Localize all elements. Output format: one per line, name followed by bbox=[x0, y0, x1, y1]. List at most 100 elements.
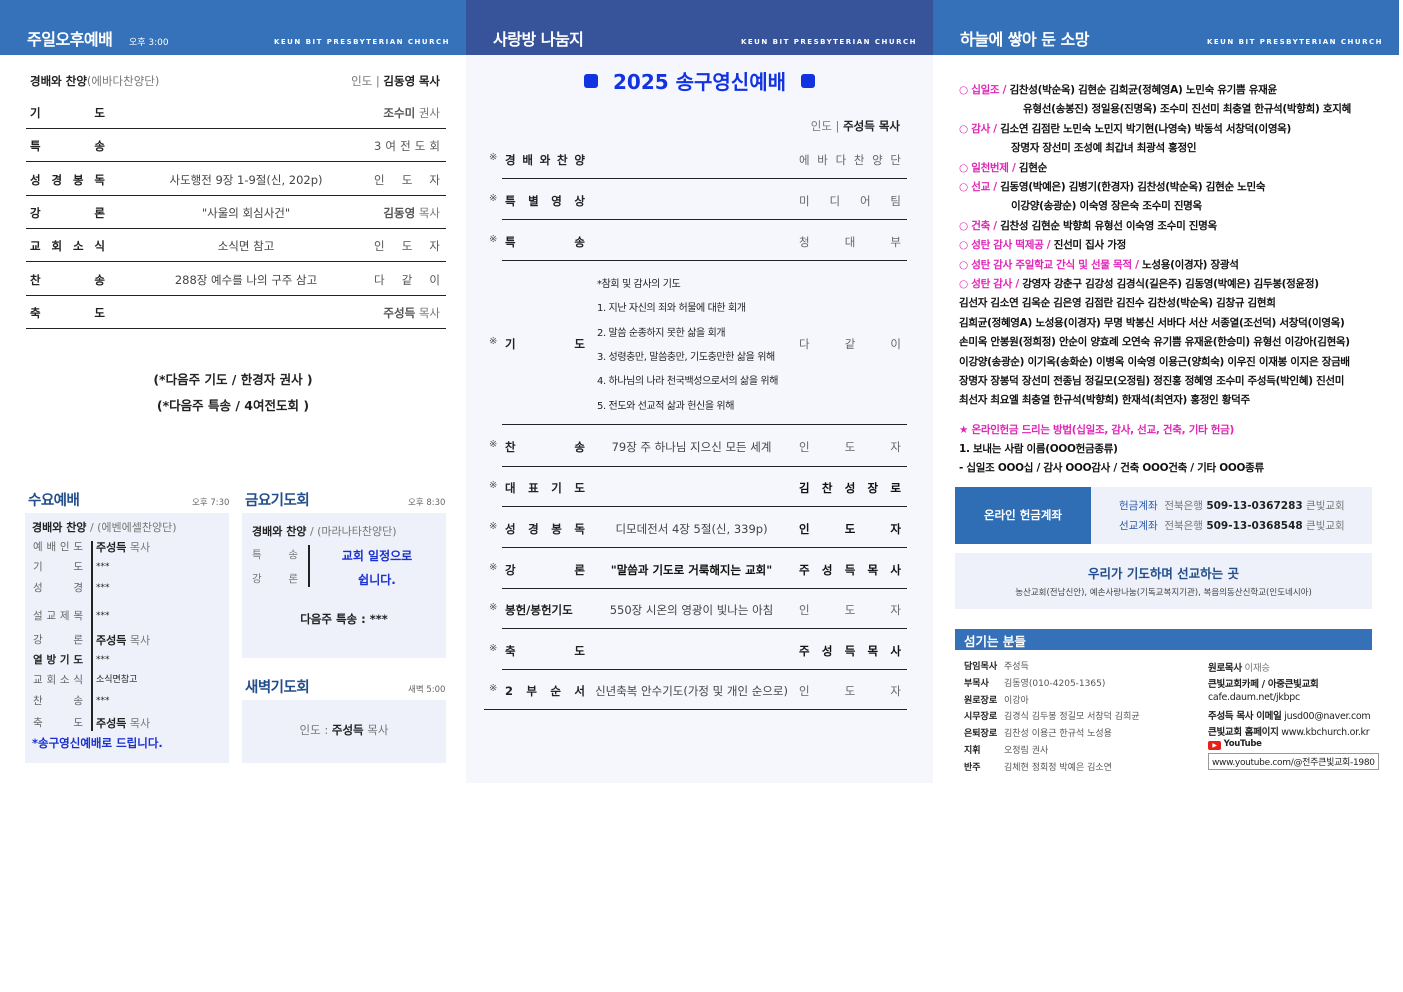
offering-line: 장명자 장봉덕 장선미 전종님 정길모(오정림) 정진홍 정혜영 조수미 주성득… bbox=[959, 373, 1344, 388]
program-right: 인 도 자 bbox=[799, 684, 901, 698]
offering-names: 김현순 bbox=[1018, 161, 1048, 174]
wed-box: 경배와 찬양 / (에벤에셀찬양단) 예 배 인 도 주성득 목사 기 도 *** 성 … bbox=[25, 513, 229, 763]
prayer-item: 1. 지난 자신의 죄와 허물에 대한 회개 bbox=[597, 303, 746, 315]
left-head-row: 경배와 찬양(에바다찬양단) bbox=[30, 73, 159, 89]
row-right: 3 여 전 도 회 bbox=[374, 139, 440, 154]
offering-line: ○ 건축 / 김찬성 김현순 박향희 유형선 이숙영 조수미 진명옥 bbox=[959, 218, 1217, 233]
person-title: 목사 bbox=[418, 205, 440, 220]
wed-label: 성 경 bbox=[33, 582, 83, 594]
offering-names: 장명자 장봉덕 장선미 전종님 정길모(오정림) 정진홍 정혜영 조수미 주성득… bbox=[959, 375, 1345, 387]
staff-role: 반주 bbox=[964, 762, 981, 773]
head-label: 경배와 찬양 bbox=[30, 74, 87, 88]
program-label: 강 론 bbox=[505, 562, 585, 577]
value-text: *** bbox=[96, 562, 110, 572]
wed-label: 기 도 bbox=[33, 561, 83, 573]
account-bank: 전북은행 bbox=[1164, 500, 1203, 512]
online-line-1: 1. 보내는 사람 이름(OOO헌금종류) bbox=[959, 443, 1118, 455]
offering-line: ○ 감사 / 김소연 김점란 노민숙 노민지 박기현(나영숙) 박동석 서창덕(… bbox=[959, 121, 1291, 136]
wed-label: 설 교 제 목 bbox=[33, 610, 83, 622]
row-content: 사도행전 9장 1-9절(신, 202p) bbox=[169, 172, 323, 187]
program-label: 경 배 와 찬 양 bbox=[505, 152, 585, 167]
prayer-item: *참회 및 감사의 기도 bbox=[597, 279, 681, 290]
staff-role: 원로장로 bbox=[964, 695, 998, 706]
fri-divider bbox=[308, 545, 310, 587]
leader-name: 김동영 bbox=[383, 74, 416, 88]
wed-value: *** bbox=[96, 608, 110, 621]
program-row: ※ 성 경 봉 독 디모데전서 4장 5절(신, 339p) 인 도 자 bbox=[489, 507, 907, 548]
account-type: 헌금계좌 bbox=[1119, 500, 1158, 512]
program-row: ※ 특 송 청 대 부 bbox=[489, 220, 907, 261]
wed-value: 주성득 목사 bbox=[96, 539, 150, 555]
fri-msg1: 교회 일정으로 bbox=[341, 549, 413, 563]
row-content: 소식면 참고 bbox=[217, 239, 275, 254]
offering-names: 김동영(박예은) 김병기(한경자) 김찬성(박순옥) 김현순 노민숙 bbox=[1000, 181, 1266, 193]
cafe-link[interactable]: cafe.daum.net/jkbpc bbox=[1208, 692, 1300, 703]
wed-label: 축 도 bbox=[33, 717, 83, 729]
program-right: 미 디 어 팀 bbox=[799, 193, 901, 208]
fri-next: 다음주 특송 : *** bbox=[300, 612, 388, 626]
offering-names: 장명자 장선미 조성예 최갑녀 최광석 홍정인 bbox=[1011, 142, 1197, 155]
fri-head: 경배와 찬양 / (마라나타찬양단) bbox=[252, 523, 397, 539]
row-person: 김동영 목사 bbox=[374, 205, 440, 221]
staff-role: 부목사 bbox=[964, 678, 989, 689]
youtube-logo-text: YouTube bbox=[1223, 739, 1262, 749]
youtube-link[interactable]: www.youtube.com/@전주큰빛교회-1980 bbox=[1208, 753, 1379, 770]
worship-row: 기 도 조수미 권사 bbox=[26, 96, 446, 129]
home-link[interactable]: www.kbchurch.or.kr bbox=[1281, 727, 1369, 738]
staff-names: 오정림 권사 bbox=[1004, 746, 1049, 756]
program-content: 디모데전서 4장 5절(신, 339p) bbox=[615, 521, 768, 536]
wed-value: *** bbox=[96, 559, 110, 572]
lead-label: 인도 bbox=[810, 119, 832, 133]
account-number: 509-13-0367283 bbox=[1206, 500, 1303, 512]
row-label: 기 도 bbox=[30, 106, 105, 120]
prayer-item: 3. 성령충만, 말씀충만, 기도충만한 삶을 위해 bbox=[597, 351, 775, 363]
church-name: KEUN BIT PRESBYTERIAN CHURCH bbox=[273, 38, 450, 46]
play-icon: ▶ bbox=[1208, 741, 1221, 750]
dawn-title2: 목사 bbox=[367, 723, 389, 737]
offering-names: 김선자 김소연 김옥순 김은영 김점란 김진수 김찬성(박순옥) 김창규 김현희 bbox=[959, 297, 1276, 310]
square-icon bbox=[584, 74, 599, 88]
account-label: 온라인 헌금계좌 bbox=[955, 487, 1091, 544]
wed-value: 주성득 목사 bbox=[96, 632, 150, 648]
wed-value: *** bbox=[96, 693, 110, 706]
wed-title: 수요예배 bbox=[28, 493, 80, 509]
offering-category: ○ 성탄 감사 주일학교 간식 및 선물 목적 / bbox=[959, 258, 1139, 271]
staff-names: 주성득 bbox=[1004, 662, 1029, 672]
wed-label: 예 배 인 도 bbox=[33, 541, 83, 553]
person-name: 주성득 bbox=[96, 717, 127, 730]
next-prayer-note: (*다음주 기도 / 한경자 권사 ) bbox=[153, 372, 313, 387]
person-title: 목사 bbox=[418, 305, 440, 320]
row-right: 인 도 자 bbox=[374, 172, 440, 187]
program-label: 기 도 bbox=[505, 337, 585, 351]
program-row: ※ 봉헌/봉헌기도 550장 시온의 영광이 빛나는 아침 인 도 자 bbox=[489, 589, 907, 629]
offering-category: ○ 성탄 감사 / bbox=[959, 278, 1019, 290]
left-time: 오후 3:00 bbox=[129, 38, 169, 48]
row-label: 특 송 bbox=[30, 139, 105, 154]
staff-names: 김찬성 이용근 한규석 노성용 bbox=[1004, 729, 1112, 740]
offering-names: 노성용(이경자) 장광석 bbox=[1142, 258, 1239, 271]
email-link[interactable]: jusd00@naver.com bbox=[1284, 711, 1370, 722]
staff-line: 부목사 김동영(010-4205-1365) bbox=[964, 676, 1105, 689]
leader-title: 목사 bbox=[418, 74, 440, 88]
person-title: 권사 bbox=[418, 106, 440, 120]
reference-mark-icon: ※ bbox=[489, 336, 498, 347]
offering-line: 김희균(정혜영A) 노성용(이경자) 무명 박봉신 서바다 서산 서종열(조선덕… bbox=[959, 315, 1345, 330]
email: 주성득 목사 이메일 jusd00@naver.com bbox=[1208, 708, 1371, 722]
offering-names: 김찬성 김현순 박향희 유형선 이숙영 조수미 진명옥 bbox=[1000, 219, 1217, 232]
dawn-lead: 인도 : bbox=[299, 723, 329, 737]
program-right: 김 찬 성 장 로 bbox=[799, 481, 901, 495]
worship-row: 특 송 3 여 전 도 회 bbox=[26, 129, 446, 163]
fri-box: 경배와 찬양 / (마라나타찬양단) 특 송 강 론 교회 일정으로 쉽니다. … bbox=[242, 513, 446, 658]
staff-line: 담임목사 주성득 bbox=[964, 659, 1029, 672]
account-row: 헌금계좌 전북은행 509-13-0367283 큰빛교회 bbox=[1119, 498, 1345, 513]
offering-names: 이강양(송광순) 이기옥(송화순) 이병옥 이숙영 이용근(양희숙) 이우진 이… bbox=[959, 355, 1350, 368]
program-row: ※ 축 도 주 성 득 목 사 bbox=[489, 629, 907, 670]
church-name: KEUN BIT PRESBYTERIAN CHURCH bbox=[740, 38, 917, 46]
offering-category: ○ 선교 / bbox=[959, 181, 997, 193]
offering-names: 이강양(송광순) 이숙영 장은숙 조수미 진명옥 bbox=[1011, 200, 1202, 213]
staff-line: 지휘 오정림 권사 bbox=[964, 743, 1048, 756]
fri-title: 금요기도회 bbox=[245, 493, 310, 509]
wed-footer: *송구영신예배로 드립니다. bbox=[32, 736, 163, 750]
account-type: 선교계좌 bbox=[1119, 520, 1158, 532]
email-label: 주성득 목사 이메일 bbox=[1208, 711, 1282, 722]
